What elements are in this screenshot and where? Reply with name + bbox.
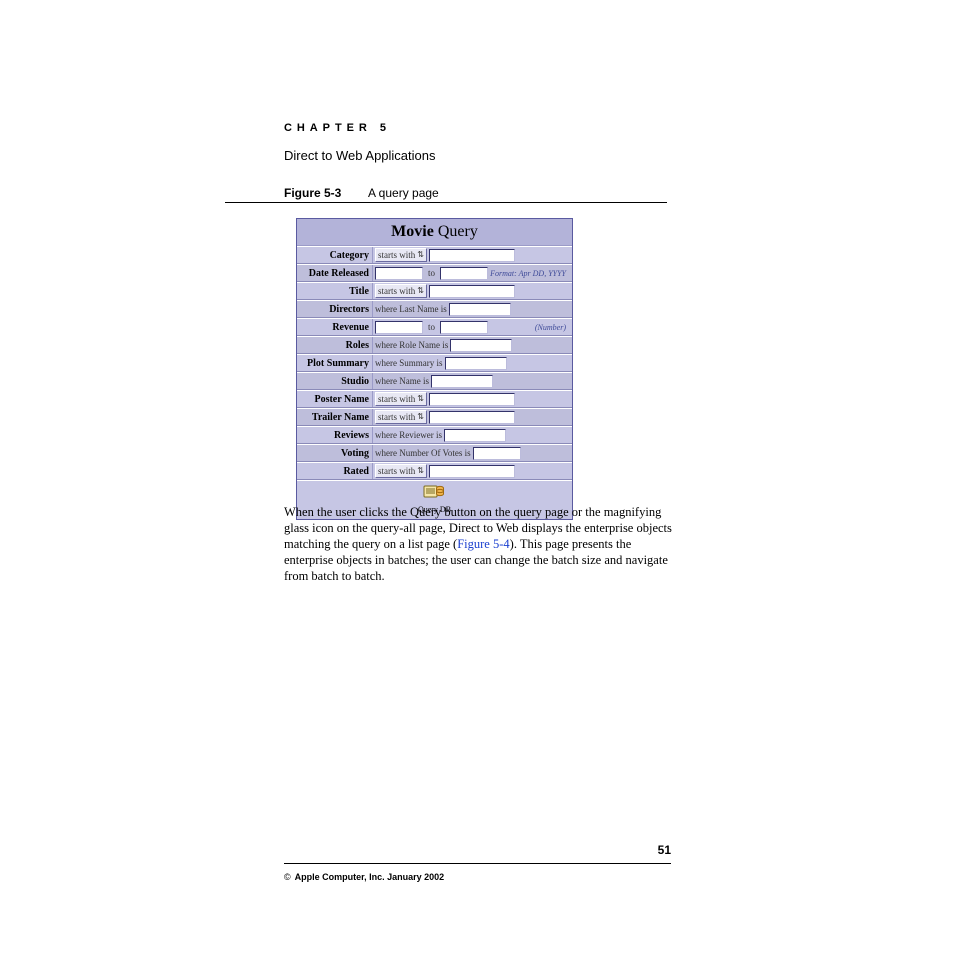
field-cell: to Format: Apr DD, YYYY [373, 265, 572, 281]
field-cell: starts with⇅ [373, 463, 572, 479]
text-input[interactable] [429, 393, 515, 406]
range-to-input[interactable] [440, 267, 488, 280]
select-arrows-icon: ⇅ [417, 396, 424, 402]
field-label: Plot Summary [297, 355, 373, 371]
field-cell: starts with⇅ [373, 409, 572, 425]
query-panel: Movie Query Categorystarts with⇅Date Rel… [296, 218, 573, 520]
text-input[interactable] [449, 303, 511, 316]
field-description: where Reviewer is [375, 430, 442, 440]
copyright: ©Apple Computer, Inc. January 2002 [284, 872, 444, 882]
text-input[interactable] [431, 375, 493, 388]
section-title: Direct to Web Applications [284, 148, 436, 163]
figure-label: Figure 5-3 [284, 186, 341, 200]
field-cell: where Name is [373, 373, 572, 389]
field-label: Voting [297, 445, 373, 461]
panel-title: Movie Query [297, 219, 572, 246]
field-cell: where Last Name is [373, 301, 572, 317]
range-to-label: to [425, 322, 438, 332]
range-from-input[interactable] [375, 267, 423, 280]
field-label: Roles [297, 337, 373, 353]
field-label: Poster Name [297, 391, 373, 407]
query-row: Titlestarts with⇅ [297, 282, 572, 300]
field-cell: starts with⇅ [373, 391, 572, 407]
query-row: Roleswhere Role Name is [297, 336, 572, 354]
query-row: Categorystarts with⇅ [297, 246, 572, 264]
field-description: where Last Name is [375, 304, 447, 314]
field-description: where Summary is [375, 358, 443, 368]
query-row: Votingwhere Number Of Votes is [297, 444, 572, 462]
select-arrows-icon: ⇅ [417, 414, 424, 420]
text-input[interactable] [429, 411, 515, 424]
field-cell: starts with⇅ [373, 283, 572, 299]
field-label: Rated [297, 463, 373, 479]
field-cell: where Role Name is [373, 337, 572, 353]
query-row: Date Released to Format: Apr DD, YYYY [297, 264, 572, 282]
field-description: where Role Name is [375, 340, 448, 350]
page-number: 51 [658, 843, 671, 857]
text-input[interactable] [444, 429, 506, 442]
field-cell: to (Number) [373, 319, 572, 335]
query-row: Plot Summarywhere Summary is [297, 354, 572, 372]
field-hint: Format: Apr DD, YYYY [490, 269, 570, 278]
query-row: Trailer Namestarts with⇅ [297, 408, 572, 426]
field-label: Studio [297, 373, 373, 389]
field-hint: (Number) [535, 323, 570, 332]
query-row: Revenue to (Number) [297, 318, 572, 336]
field-label: Trailer Name [297, 409, 373, 425]
query-row: Reviewswhere Reviewer is [297, 426, 572, 444]
field-description: where Number Of Votes is [375, 448, 471, 458]
operator-select[interactable]: starts with⇅ [375, 464, 427, 478]
field-label: Date Released [297, 265, 373, 281]
operator-select[interactable]: starts with⇅ [375, 248, 427, 262]
operator-select[interactable]: starts with⇅ [375, 410, 427, 424]
figure-caption: A query page [368, 186, 439, 200]
field-label: Directors [297, 301, 373, 317]
query-row: Ratedstarts with⇅ [297, 462, 572, 480]
field-label: Title [297, 283, 373, 299]
field-description: where Name is [375, 376, 429, 386]
select-arrows-icon: ⇅ [417, 252, 424, 258]
text-input[interactable] [429, 285, 515, 298]
field-cell: where Reviewer is [373, 427, 572, 443]
text-input[interactable] [473, 447, 521, 460]
body-paragraph: When the user clicks the Query button on… [284, 504, 674, 584]
select-arrows-icon: ⇅ [417, 288, 424, 294]
figure-link[interactable]: Figure 5-4 [457, 537, 509, 551]
query-row: Directorswhere Last Name is [297, 300, 572, 318]
text-input[interactable] [429, 465, 515, 478]
field-cell: starts with⇅ [373, 247, 572, 263]
field-label: Reviews [297, 427, 373, 443]
range-to-input[interactable] [440, 321, 488, 334]
text-input[interactable] [450, 339, 512, 352]
operator-select[interactable]: starts with⇅ [375, 392, 427, 406]
query-row: Poster Namestarts with⇅ [297, 390, 572, 408]
footer-rule [284, 863, 671, 864]
chapter-label: CHAPTER 5 [284, 122, 391, 134]
field-cell: where Number Of Votes is [373, 445, 572, 461]
database-icon [423, 484, 445, 499]
field-cell: where Summary is [373, 355, 572, 371]
query-row: Studiowhere Name is [297, 372, 572, 390]
select-arrows-icon: ⇅ [417, 468, 424, 474]
figure-rule [225, 202, 667, 203]
range-from-input[interactable] [375, 321, 423, 334]
text-input[interactable] [445, 357, 507, 370]
field-label: Category [297, 247, 373, 263]
field-label: Revenue [297, 319, 373, 335]
operator-select[interactable]: starts with⇅ [375, 284, 427, 298]
range-to-label: to [425, 268, 438, 278]
text-input[interactable] [429, 249, 515, 262]
